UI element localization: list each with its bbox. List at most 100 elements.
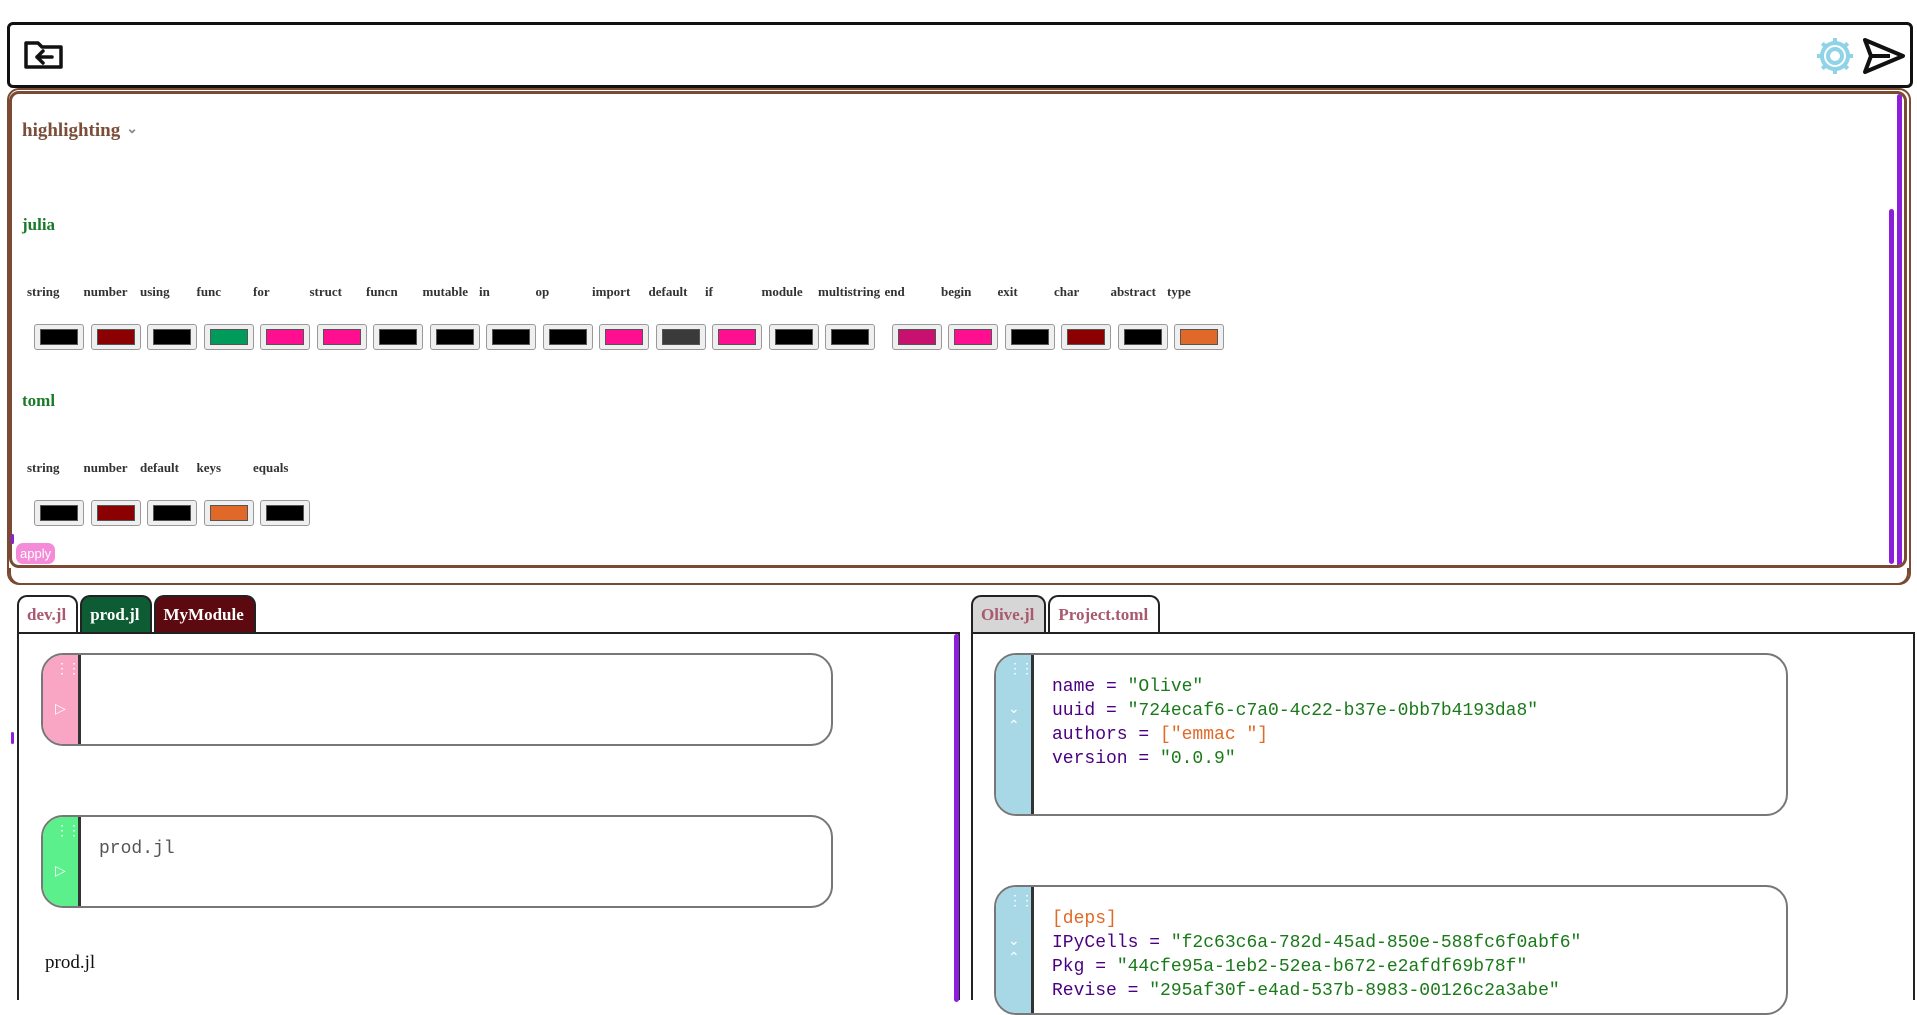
right-pane-body: ⋮⋮ ⌄ ⌃ name = "Olive" uuid = "724ecaf6-c7…	[971, 632, 1915, 1015]
drag-handle-icon[interactable]: ⋮⋮	[1008, 661, 1034, 678]
right-pane: Olive.jl Project.toml ⋮⋮ ⌄ ⌃ name = "Oliv…	[971, 595, 1915, 1015]
color-field-label: multistring	[818, 284, 881, 299]
settings-scrollbar[interactable]	[1897, 94, 1902, 565]
color-swatch	[1010, 329, 1049, 345]
color-field-julia-multistring: multistring	[818, 284, 884, 350]
color-picker[interactable]	[373, 324, 423, 350]
collapse-icon[interactable]: ⌄ ⌃	[1008, 933, 1020, 967]
color-swatch	[40, 329, 78, 345]
color-picker[interactable]	[147, 324, 197, 350]
cell-input[interactable]: name = "Olive" uuid = "724ecaf6-c7a0-4c2…	[1052, 675, 1538, 771]
color-field-label: type	[1167, 284, 1191, 299]
color-swatch	[548, 329, 587, 345]
code-cell[interactable]: ⋮⋮ ▷	[41, 653, 833, 746]
cell-sidebar: ⋮⋮ ⌄ ⌃	[996, 655, 1034, 814]
color-field-julia-type: type	[1167, 284, 1233, 350]
section-title[interactable]: highlighting ⌄	[22, 120, 138, 142]
color-swatch	[1123, 329, 1162, 345]
toml-cell[interactable]: ⋮⋮ ⌄ ⌃ name = "Olive" uuid = "724ecaf6-c7…	[994, 653, 1788, 816]
color-field-label: equals	[253, 460, 289, 475]
tab-dev-jl[interactable]: dev.jl	[17, 595, 79, 633]
toml-line: IPyCells = "f2c63c6a-782d-45ad-850e-588f…	[1052, 933, 1582, 953]
drag-handle-icon[interactable]: ⋮⋮	[55, 661, 81, 678]
collapse-icon[interactable]: ⌄ ⌃	[1008, 701, 1020, 735]
color-swatch	[954, 329, 992, 345]
color-picker[interactable]	[1117, 324, 1168, 350]
color-picker[interactable]	[1174, 324, 1224, 350]
run-icon[interactable]: ▷	[55, 701, 66, 718]
color-swatch	[1067, 329, 1105, 345]
toml-line: version = "0.0.9"	[1052, 749, 1236, 769]
left-scroll-mark	[11, 534, 14, 544]
drag-handle-icon[interactable]: ⋮⋮	[1008, 893, 1034, 910]
color-swatch	[153, 329, 191, 345]
cell-input[interactable]: prod.jl	[99, 837, 175, 861]
tab-project-toml[interactable]: Project.toml	[1048, 595, 1161, 633]
color-swatch	[661, 329, 700, 345]
color-picker[interactable]	[90, 324, 141, 350]
cell-input[interactable]: [deps] IPyCells = "f2c63c6a-782d-45ad-85…	[1052, 907, 1581, 1003]
color-picker[interactable]	[34, 324, 84, 350]
color-swatch	[209, 505, 248, 521]
settings-scrollbar-thumb[interactable]	[1889, 209, 1894, 564]
color-picker[interactable]	[655, 324, 706, 350]
tab-mymodule[interactable]: MyModule	[153, 595, 256, 633]
output-text: prod.jl	[45, 952, 96, 973]
color-picker[interactable]	[486, 324, 536, 350]
color-picker[interactable]	[1004, 324, 1055, 350]
left-pane: dev.jl prod.jl MyModule ⋮⋮ ▷ ⋮⋮ ▷ prod.j…	[17, 595, 960, 1002]
color-swatch	[435, 329, 474, 345]
color-picker[interactable]	[542, 324, 593, 350]
color-picker[interactable]	[1061, 324, 1111, 350]
color-swatch	[718, 329, 756, 345]
color-picker[interactable]	[891, 324, 942, 350]
color-swatch	[774, 329, 813, 345]
toml-line: Revise = "295af30f-e4ad-537b-8983-00126c…	[1052, 981, 1560, 1001]
color-picker[interactable]	[768, 324, 819, 350]
color-picker[interactable]	[316, 324, 367, 350]
gear-icon[interactable]	[1814, 35, 1856, 82]
color-picker[interactable]	[825, 324, 875, 350]
color-field-toml-equals: equals	[253, 460, 319, 526]
color-swatch	[492, 329, 530, 345]
color-picker[interactable]	[948, 324, 998, 350]
code-cell[interactable]: ⋮⋮ ▷ prod.jl	[41, 815, 833, 908]
color-picker[interactable]	[203, 500, 254, 526]
toml-cell[interactable]: ⋮⋮ ⌄ ⌃ [deps] IPyCells = "f2c63c6a-782d-4…	[994, 885, 1788, 1015]
left-pane-body: ⋮⋮ ▷ ⋮⋮ ▷ prod.jl prod.jl	[17, 632, 960, 1002]
color-swatch	[379, 329, 417, 345]
toml-line: name = "Olive"	[1052, 677, 1204, 697]
color-swatch	[605, 329, 643, 345]
chevron-down-icon[interactable]: ⌄	[126, 122, 138, 137]
color-picker[interactable]	[203, 324, 254, 350]
top-toolbar	[7, 22, 1913, 88]
folder-back-icon[interactable]	[23, 37, 65, 76]
color-picker[interactable]	[712, 324, 762, 350]
drag-handle-icon[interactable]: ⋮⋮	[55, 823, 81, 840]
language-title-julia: julia	[22, 215, 56, 234]
language-title-toml: toml	[22, 391, 56, 410]
color-swatch	[266, 329, 304, 345]
color-picker[interactable]	[90, 500, 141, 526]
cell-sidebar: ⋮⋮ ⌄ ⌃	[996, 887, 1034, 1013]
color-picker[interactable]	[260, 324, 310, 350]
tab-olive-jl[interactable]: Olive.jl	[971, 595, 1047, 633]
color-picker[interactable]	[599, 324, 649, 350]
apply-button[interactable]: apply	[16, 543, 56, 564]
color-swatch	[96, 329, 135, 345]
tab-prod-jl[interactable]: prod.jl	[80, 595, 152, 633]
left-scroll-mark-2	[11, 732, 14, 744]
color-swatch	[209, 329, 248, 345]
run-icon[interactable]: ▷	[55, 863, 66, 880]
right-tab-bar: Olive.jl Project.toml	[971, 595, 1162, 633]
color-picker[interactable]	[34, 500, 84, 526]
color-swatch	[322, 329, 361, 345]
color-picker[interactable]	[429, 324, 480, 350]
send-icon[interactable]	[1862, 36, 1906, 81]
toml-line: uuid = "724ecaf6-c7a0-4c22-b37e-0bb7b419…	[1052, 701, 1539, 721]
color-picker[interactable]	[147, 500, 197, 526]
color-swatch	[40, 505, 78, 521]
left-pane-scrollbar[interactable]	[954, 634, 959, 1002]
color-picker[interactable]	[260, 500, 310, 526]
color-swatch	[153, 505, 191, 521]
